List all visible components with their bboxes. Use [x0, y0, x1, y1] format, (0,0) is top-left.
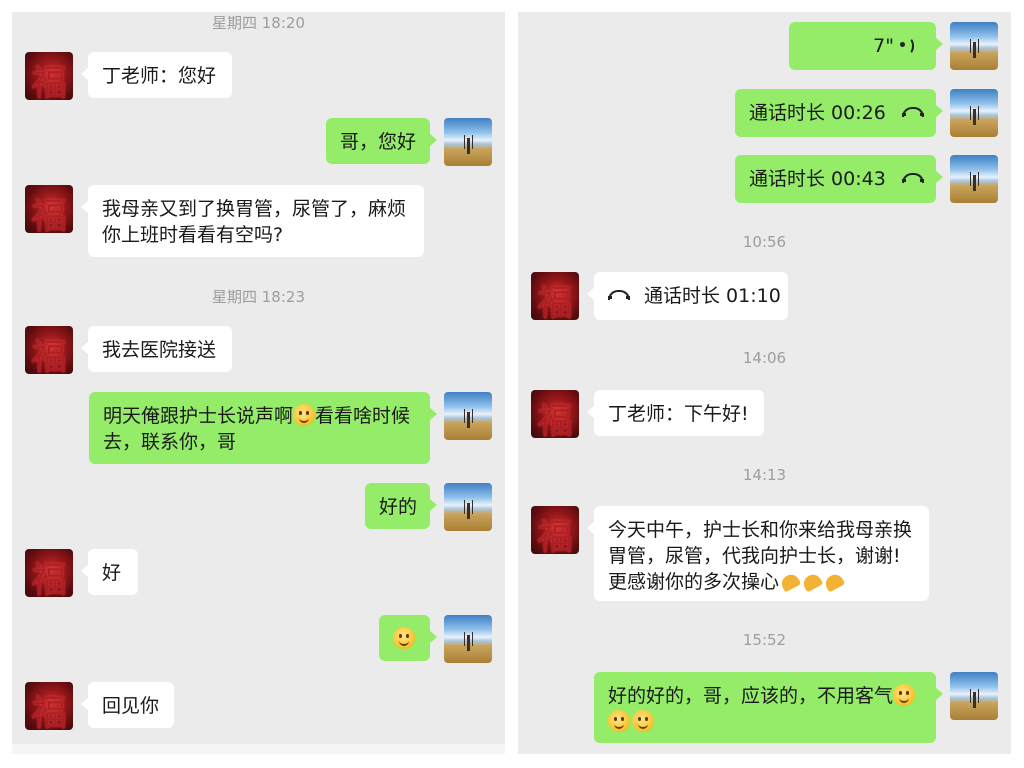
pray-hands-emoji-icon: [823, 571, 845, 591]
timestamp: 10:56: [742, 233, 787, 251]
message-text: 更感谢你的多次操心: [608, 571, 780, 593]
contact-avatar[interactable]: [25, 549, 73, 597]
message-text: 好: [102, 562, 122, 584]
call-record-bubble[interactable]: 通话时长 00:26: [735, 89, 943, 137]
pray-hands-emoji-icon: [779, 571, 801, 591]
my-avatar[interactable]: [444, 615, 492, 663]
message-bubble-sent[interactable]: 哥，您好: [326, 118, 437, 164]
timestamp: 星期四 18:23: [212, 288, 305, 306]
contact-avatar[interactable]: [531, 272, 579, 320]
contact-avatar[interactable]: [531, 506, 579, 554]
message-text: 哥，您好: [340, 131, 417, 153]
pray-hands-emoji-icon: [801, 571, 823, 591]
message-bubble-sent[interactable]: 好的好的，哥，应该的，不用客气: [594, 672, 943, 743]
message-bubble-received[interactable]: 我母亲又到了换胃管，尿管了，麻烦 你上班时看看有空吗?: [81, 185, 424, 257]
timestamp: 星期四 18:20: [212, 14, 305, 32]
phone-hangup-icon: [901, 106, 928, 118]
message-bubble-received[interactable]: 我去医院接送: [81, 326, 232, 372]
my-avatar[interactable]: [444, 392, 492, 440]
message-bubble-received[interactable]: 今天中午，护士长和你来给我母亲换 胃管，尿管，代我向护士长，谢谢! 更感谢你的多…: [587, 506, 929, 601]
message-text: 今天中午，护士长和你来给我母亲换: [608, 519, 913, 541]
voice-wave-icon: [900, 36, 918, 55]
call-duration: 通话时长 00:26: [749, 102, 886, 124]
message-text: 胃管，尿管，代我向护士长，谢谢!: [608, 545, 901, 567]
timestamp: 14:13: [742, 466, 787, 484]
voice-duration: 7": [873, 35, 894, 57]
my-avatar[interactable]: [444, 118, 492, 166]
message-bubble-received[interactable]: 丁老师：下午好!: [587, 390, 764, 436]
message-text: 好的: [379, 496, 418, 518]
message-text: 回见你: [102, 695, 160, 717]
message-text: 明天俺跟护士长说声啊: [103, 405, 294, 427]
message-bubble-sent[interactable]: 好的: [365, 483, 437, 529]
contact-avatar[interactable]: [25, 326, 73, 374]
smile-emoji-icon: [608, 710, 630, 732]
message-text: 我母亲又到了换胃管，尿管了，麻烦: [102, 198, 407, 220]
smile-emoji-icon: [893, 684, 916, 706]
my-avatar[interactable]: [950, 155, 998, 203]
phone-hangup-icon: [608, 289, 634, 301]
timestamp: 14:06: [742, 349, 787, 367]
my-avatar[interactable]: [950, 672, 998, 720]
message-bubble-received[interactable]: 丁老师：您好: [81, 52, 232, 98]
contact-avatar[interactable]: [25, 185, 73, 233]
smile-emoji-icon: [632, 710, 654, 732]
smile-emoji-icon: [293, 404, 316, 426]
message-text: 看看啥时候: [315, 405, 411, 427]
call-record-bubble[interactable]: 通话时长 01:10: [587, 272, 788, 320]
call-duration: 通话时长 01:10: [644, 285, 781, 307]
message-bubble-sent[interactable]: 明天俺跟护士长说声啊 看看啥时候 去，联系你，哥: [89, 392, 437, 464]
my-avatar[interactable]: [950, 89, 998, 137]
voice-message-bubble[interactable]: 7": [789, 22, 943, 70]
contact-avatar[interactable]: [25, 682, 73, 730]
message-text: 好的好的，哥，应该的，不用客气: [608, 685, 894, 707]
my-avatar[interactable]: [444, 483, 492, 531]
message-text: 去，联系你，哥: [103, 431, 237, 453]
chat-panel-right: 7" 通话时长 00:26 通话时长 00:43 10:56 通话时长 01:1…: [518, 12, 1011, 754]
contact-avatar[interactable]: [531, 390, 579, 438]
phone-hangup-icon: [901, 172, 928, 184]
call-record-bubble[interactable]: 通话时长 00:43: [735, 155, 943, 203]
message-text: 我去医院接送: [102, 339, 217, 361]
smile-emoji-icon: [393, 627, 415, 649]
call-duration: 通话时长 00:43: [749, 168, 886, 190]
chat-panel-left: 星期四 18:20 丁老师：您好 哥，您好 我母亲又到了换胃管，尿管了，麻烦 你…: [12, 12, 505, 754]
contact-avatar[interactable]: [25, 52, 73, 100]
message-text: 你上班时看看有空吗?: [102, 224, 284, 246]
my-avatar[interactable]: [950, 22, 998, 70]
message-bubble-sent[interactable]: [379, 615, 437, 661]
message-text: 丁老师：您好: [102, 65, 217, 87]
message-bubble-received[interactable]: 回见你: [81, 682, 174, 728]
message-text: 丁老师：下午好!: [608, 403, 749, 425]
message-bubble-received[interactable]: 好: [81, 549, 138, 595]
input-bar-edge: [12, 744, 505, 754]
timestamp: 15:52: [742, 631, 787, 649]
